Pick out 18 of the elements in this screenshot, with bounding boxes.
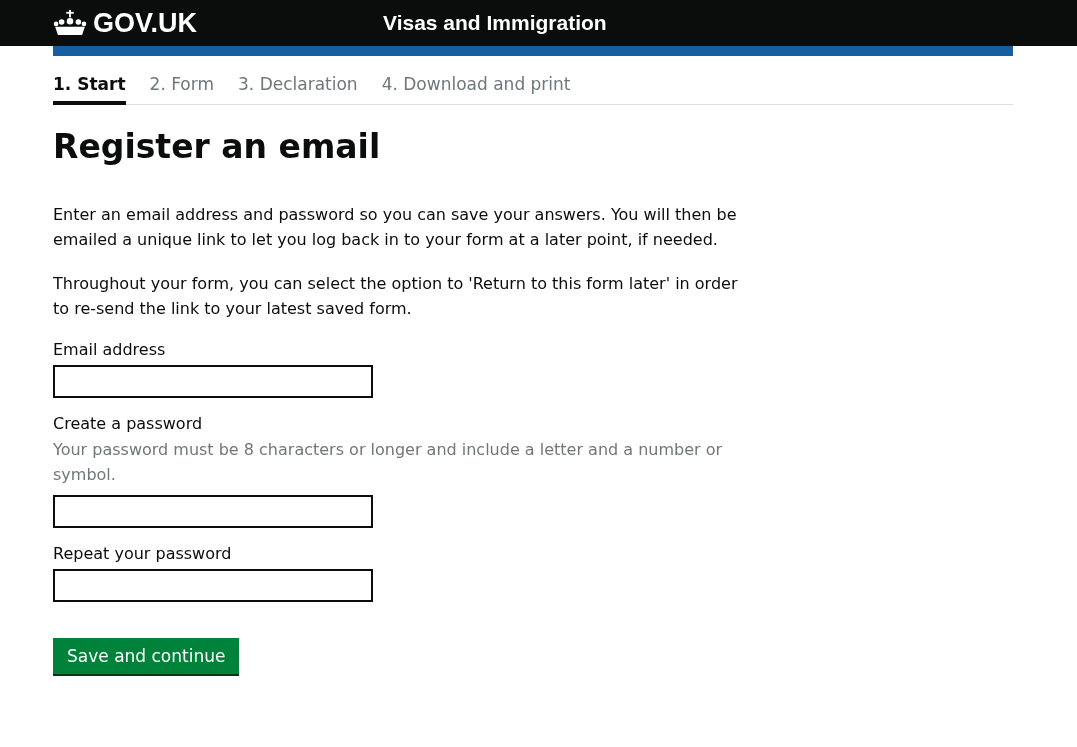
step-tab[interactable]: 4. Download and print <box>381 74 571 105</box>
field-label: Repeat your password <box>53 544 233 563</box>
step-tab[interactable]: 1. Start <box>53 74 126 105</box>
step-tab[interactable]: 3. Declaration <box>238 74 358 105</box>
crown-icon <box>53 10 87 36</box>
page-heading: Register an email <box>53 127 382 166</box>
gov-uk-logo[interactable]: GOV.UK <box>93 7 198 39</box>
input-field[interactable] <box>53 569 373 602</box>
service-name[interactable]: Visas and Immigration <box>383 11 607 35</box>
field-label: Create a password <box>53 414 204 433</box>
input-field[interactable] <box>53 365 373 398</box>
step-tab[interactable]: 2. Form <box>149 74 214 105</box>
save-button[interactable]: Save and continue <box>53 638 240 674</box>
field-hint: Your password must be 8 characters or longer and include a letter and a number or symbol. <box>53 439 724 486</box>
intro-paragraph: Throughout your form, you can select the option to 'Return to this form later' in order to re-send the link to your latest saved form. <box>53 273 739 320</box>
field-label: Email address <box>53 340 167 359</box>
input-field[interactable] <box>53 495 373 528</box>
intro-paragraph: Enter an email address and password so you can save your answers. You will then be emailed a unique link to let you log back in to your form at a later point, if needed. <box>53 204 738 251</box>
